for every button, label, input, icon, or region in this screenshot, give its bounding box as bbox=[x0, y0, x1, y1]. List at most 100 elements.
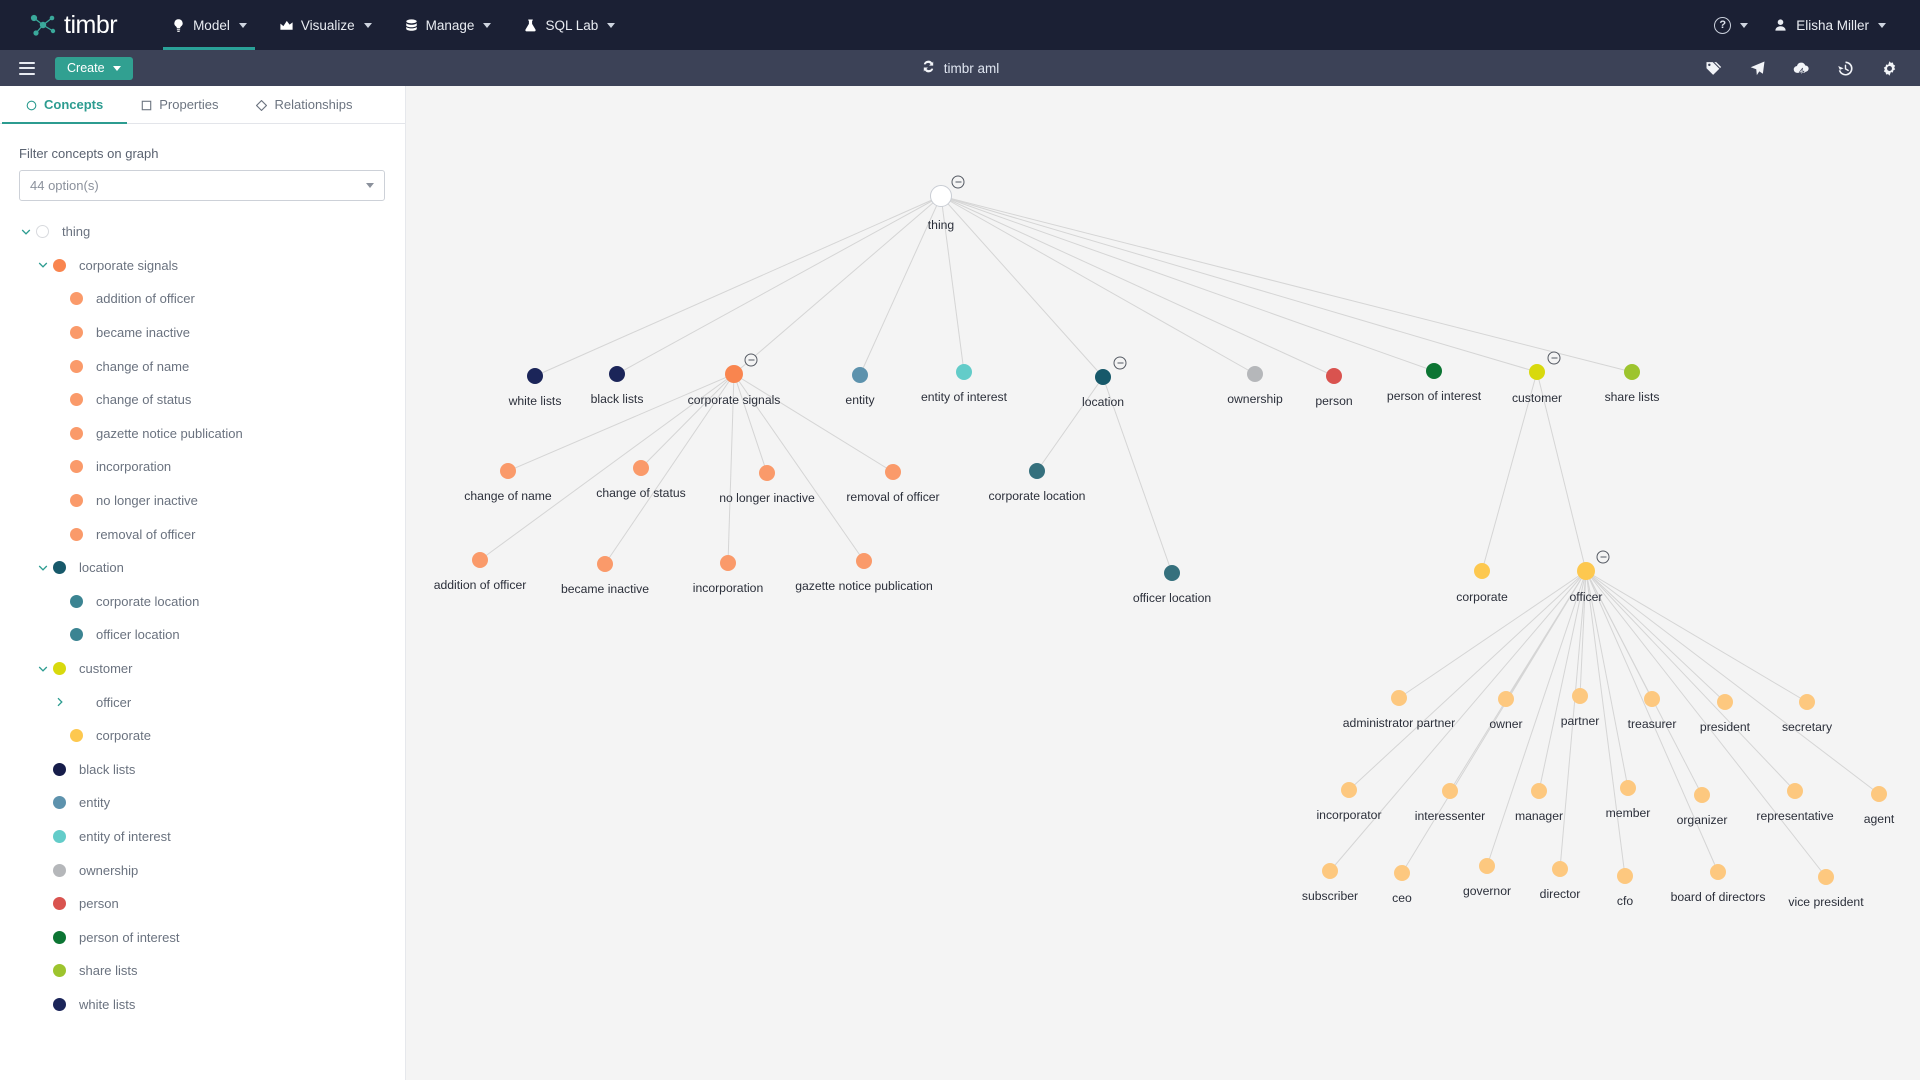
tree-item-share-lists[interactable]: share lists bbox=[0, 954, 405, 988]
graph-node-person-of-interest[interactable] bbox=[1426, 363, 1442, 379]
tree-item-incorporation[interactable]: incorporation bbox=[0, 450, 405, 484]
graph-node-organizer[interactable] bbox=[1694, 787, 1710, 803]
help-menu[interactable]: ? bbox=[1704, 16, 1758, 34]
nav-item-sql-lab[interactable]: SQL Lab bbox=[507, 0, 631, 50]
brand-logo[interactable]: timbr bbox=[28, 0, 118, 50]
tree-item-ownership[interactable]: ownership bbox=[0, 853, 405, 887]
tree-item-location[interactable]: location bbox=[0, 551, 405, 585]
tab-concepts[interactable]: Concepts bbox=[1, 86, 128, 124]
graph-node-removal-of-officer[interactable] bbox=[885, 464, 901, 480]
graph-node-became-inactive[interactable] bbox=[597, 556, 613, 572]
tree-item-corporate[interactable]: corporate bbox=[0, 719, 405, 753]
graph-node-partner[interactable] bbox=[1572, 688, 1588, 704]
graph-node-incorporation[interactable] bbox=[720, 555, 736, 571]
collapse-node-button[interactable] bbox=[1113, 356, 1127, 370]
tree-item-addition-of-officer[interactable]: addition of officer bbox=[0, 282, 405, 316]
nav-item-manage[interactable]: Manage bbox=[388, 0, 508, 50]
user-menu[interactable]: Elisha Miller bbox=[1764, 18, 1896, 33]
tree-item-entity-of-interest[interactable]: entity of interest bbox=[0, 820, 405, 854]
graph-node-location[interactable] bbox=[1095, 369, 1111, 385]
collapse-node-button[interactable] bbox=[744, 353, 758, 367]
graph-node-black-lists[interactable] bbox=[609, 366, 625, 382]
tree-item-change-of-name[interactable]: change of name bbox=[0, 349, 405, 383]
chevron-down-icon[interactable] bbox=[19, 225, 33, 239]
graph-node-entity-of-interest[interactable] bbox=[956, 364, 972, 380]
graph-node-entity[interactable] bbox=[852, 367, 868, 383]
graph-node-vice-president[interactable] bbox=[1818, 869, 1834, 885]
tree-item-person[interactable]: person bbox=[0, 887, 405, 921]
tree-item-corporate-location[interactable]: corporate location bbox=[0, 585, 405, 619]
gear-icon[interactable] bbox=[1881, 60, 1898, 77]
graph-node-cfo[interactable] bbox=[1617, 868, 1633, 884]
share-icon[interactable] bbox=[1749, 60, 1766, 77]
graph-node-agent[interactable] bbox=[1871, 786, 1887, 802]
tab-relationships[interactable]: Relationships bbox=[244, 86, 364, 123]
collapse-node-button[interactable] bbox=[951, 175, 965, 189]
graph-node-change-of-status[interactable] bbox=[633, 460, 649, 476]
tree-item-customer[interactable]: customer bbox=[0, 652, 405, 686]
tree-item-entity[interactable]: entity bbox=[0, 786, 405, 820]
graph-node-officer-location[interactable] bbox=[1164, 565, 1180, 581]
graph-node-owner[interactable] bbox=[1498, 691, 1514, 707]
chevron-down-icon[interactable] bbox=[36, 662, 50, 676]
graph-node-incorporator[interactable] bbox=[1341, 782, 1357, 798]
tree-item-gazette-notice-publication[interactable]: gazette notice publication bbox=[0, 417, 405, 451]
menu-toggle-icon[interactable] bbox=[19, 61, 35, 75]
collapse-node-button[interactable] bbox=[1547, 351, 1561, 365]
graph-node-thing[interactable] bbox=[930, 185, 952, 207]
graph-node-secretary[interactable] bbox=[1799, 694, 1815, 710]
concept-color-dot bbox=[53, 662, 66, 676]
nav-item-visualize[interactable]: Visualize bbox=[263, 0, 388, 50]
graph-node-treasurer[interactable] bbox=[1644, 691, 1660, 707]
graph-node-label: thing bbox=[927, 218, 955, 232]
graph-node-share-lists[interactable] bbox=[1624, 364, 1640, 380]
graph-node-board-of-directors[interactable] bbox=[1710, 864, 1726, 880]
graph-node-interessenter[interactable] bbox=[1442, 783, 1458, 799]
graph-node-president[interactable] bbox=[1717, 694, 1733, 710]
collapse-node-button[interactable] bbox=[1596, 550, 1610, 564]
graph-node-addition-of-officer[interactable] bbox=[472, 552, 488, 568]
tree-item-officer[interactable]: officer bbox=[0, 685, 405, 719]
chevron-right-icon[interactable] bbox=[53, 695, 67, 709]
cloud-lightning-icon[interactable] bbox=[1793, 60, 1810, 77]
concept-color-dot bbox=[53, 863, 66, 877]
tree-item-white-lists[interactable]: white lists bbox=[0, 988, 405, 1022]
graph-node-gazette-notice[interactable] bbox=[856, 553, 872, 569]
tree-item-no-longer-inactive[interactable]: no longer inactive bbox=[0, 484, 405, 518]
tree-item-became-inactive[interactable]: became inactive bbox=[0, 316, 405, 350]
graph-node-corporate-signals[interactable] bbox=[725, 365, 743, 383]
tree-item-officer-location[interactable]: officer location bbox=[0, 618, 405, 652]
graph-node-subscriber[interactable] bbox=[1322, 863, 1338, 879]
tags-icon[interactable] bbox=[1705, 60, 1722, 77]
graph-node-member[interactable] bbox=[1620, 780, 1636, 796]
concept-filter-select[interactable]: 44 option(s) bbox=[19, 170, 385, 201]
graph-node-ownership[interactable] bbox=[1247, 366, 1263, 382]
graph-node-representative[interactable] bbox=[1787, 783, 1803, 799]
graph-node-officer[interactable] bbox=[1577, 562, 1595, 580]
tree-item-person-of-interest[interactable]: person of interest bbox=[0, 920, 405, 954]
chevron-down-icon[interactable] bbox=[36, 561, 50, 575]
history-icon[interactable] bbox=[1837, 60, 1854, 77]
tree-item-corporate-signals[interactable]: corporate signals bbox=[0, 249, 405, 283]
graph-node-no-longer-inactive[interactable] bbox=[759, 465, 775, 481]
graph-node-person[interactable] bbox=[1326, 368, 1342, 384]
graph-node-manager[interactable] bbox=[1531, 783, 1547, 799]
graph-node-governor[interactable] bbox=[1479, 858, 1495, 874]
graph-canvas[interactable]: thing white lists black lists corporate sig… bbox=[406, 86, 1920, 1080]
graph-node-white-lists[interactable] bbox=[527, 368, 543, 384]
tree-item-black-lists[interactable]: black lists bbox=[0, 753, 405, 787]
chevron-down-icon[interactable] bbox=[36, 258, 50, 272]
graph-node-director[interactable] bbox=[1552, 861, 1568, 877]
create-button[interactable]: Create bbox=[55, 56, 133, 80]
graph-node-customer[interactable] bbox=[1529, 364, 1545, 380]
graph-node-corporate[interactable] bbox=[1474, 563, 1490, 579]
graph-node-ceo[interactable] bbox=[1394, 865, 1410, 881]
tree-item-change-of-status[interactable]: change of status bbox=[0, 383, 405, 417]
tree-item-removal-of-officer[interactable]: removal of officer bbox=[0, 517, 405, 551]
tab-properties[interactable]: Properties bbox=[129, 86, 230, 123]
graph-node-administrator-partner[interactable] bbox=[1391, 690, 1407, 706]
tree-item-thing[interactable]: thing bbox=[0, 215, 405, 249]
nav-item-model[interactable]: Model bbox=[155, 0, 263, 50]
graph-node-change-of-name[interactable] bbox=[500, 463, 516, 479]
graph-node-corporate-location[interactable] bbox=[1029, 463, 1045, 479]
